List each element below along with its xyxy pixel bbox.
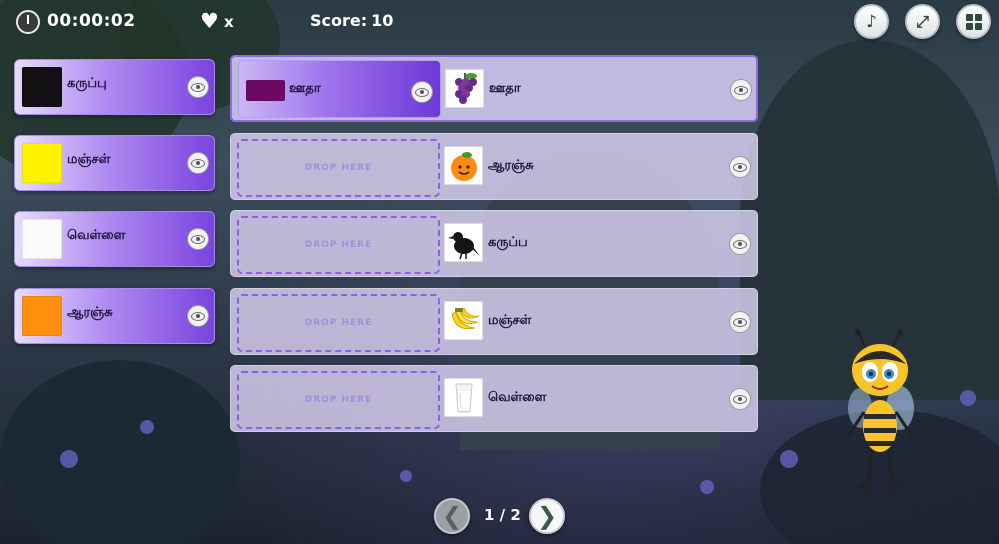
color-swatch: [22, 219, 62, 259]
row-label: கருப்ப: [488, 235, 528, 250]
bananas-image: [444, 301, 483, 340]
background-flower: [700, 480, 714, 494]
background-flower: [960, 390, 976, 406]
row-label: ஊதா: [489, 81, 521, 96]
color-card-white[interactable]: வெள்ளை: [14, 211, 215, 267]
match-row: DROP HERE கருப்ப: [230, 210, 758, 277]
heart-icon: ♥: [200, 9, 219, 33]
match-row: DROP HERE ஆரஞ்சு: [230, 133, 758, 200]
lives-count: x: [224, 13, 234, 31]
score: Score: 10: [310, 11, 393, 30]
eye-icon[interactable]: [729, 233, 751, 255]
background-tree: [0, 360, 240, 544]
eye-icon[interactable]: [730, 79, 752, 101]
eye-icon[interactable]: [411, 81, 433, 103]
color-swatch: [22, 296, 62, 336]
page-indicator: 1 / 2: [484, 506, 521, 524]
eye-icon[interactable]: [187, 76, 209, 98]
crow-image: [444, 223, 483, 262]
color-card-yellow[interactable]: மஞ்சள்: [14, 135, 215, 191]
drop-zone[interactable]: DROP HERE: [237, 294, 440, 352]
grapes-image: [445, 69, 484, 108]
color-swatch: [22, 67, 62, 107]
color-card-black[interactable]: கருப்பு: [14, 59, 215, 115]
timer: 00:00:02: [47, 11, 136, 31]
eye-icon[interactable]: [729, 311, 751, 333]
eye-icon[interactable]: [187, 305, 209, 327]
match-row: ஊதா ஊதா: [230, 55, 758, 122]
eye-icon[interactable]: [729, 156, 751, 178]
chevron-left-icon: ❮: [441, 502, 463, 530]
drop-zone[interactable]: DROP HERE: [237, 139, 440, 197]
match-row: DROP HERE மஞ்சள்: [230, 288, 758, 355]
bee-mascot: [830, 328, 930, 493]
card-label: கருப்பு: [67, 76, 107, 91]
next-page-button[interactable]: ❯: [529, 498, 565, 534]
drop-zone[interactable]: DROP HERE: [237, 371, 440, 429]
previous-page-button[interactable]: ❮: [434, 498, 470, 534]
card-label: வெள்ளை: [67, 228, 126, 243]
chevron-right-icon: ❯: [536, 502, 558, 530]
eye-icon[interactable]: [729, 388, 751, 410]
orange-image: [444, 146, 483, 185]
music-button[interactable]: ♪: [854, 4, 889, 39]
background-flower: [780, 450, 798, 468]
eye-icon[interactable]: [187, 228, 209, 250]
color-swatch: [246, 80, 285, 101]
color-card-orange[interactable]: ஆரஞ்சு: [14, 288, 215, 344]
row-label: வெள்ளை: [488, 390, 547, 405]
color-swatch: [22, 143, 62, 183]
card-label: ஊதா: [289, 81, 321, 96]
fullscreen-button[interactable]: ⤢: [905, 4, 940, 39]
background-flower: [140, 420, 154, 434]
placed-card-purple[interactable]: ஊதா: [238, 60, 441, 118]
row-label: ஆரஞ்சு: [488, 158, 534, 173]
score-label: Score:: [310, 11, 368, 30]
clock-icon: [16, 10, 40, 34]
background-flower: [60, 450, 78, 468]
background-flower: [400, 470, 412, 482]
drop-zone[interactable]: DROP HERE: [237, 216, 440, 274]
eye-icon[interactable]: [187, 152, 209, 174]
row-label: மஞ்சள்: [488, 313, 532, 328]
menu-grid-icon: [965, 13, 982, 30]
menu-button[interactable]: [956, 4, 991, 39]
music-icon: ♪: [866, 11, 877, 32]
card-label: ஆரஞ்சு: [67, 305, 113, 320]
match-row: DROP HERE வெள்ளை: [230, 365, 758, 432]
glass-of-milk-image: [444, 378, 483, 417]
card-label: மஞ்சள்: [67, 152, 111, 167]
top-bar: 00:00:02 ♥ x Score: 10 ♪ ⤢: [0, 0, 999, 44]
fullscreen-icon: ⤢: [916, 11, 929, 31]
score-value: 10: [371, 11, 394, 30]
